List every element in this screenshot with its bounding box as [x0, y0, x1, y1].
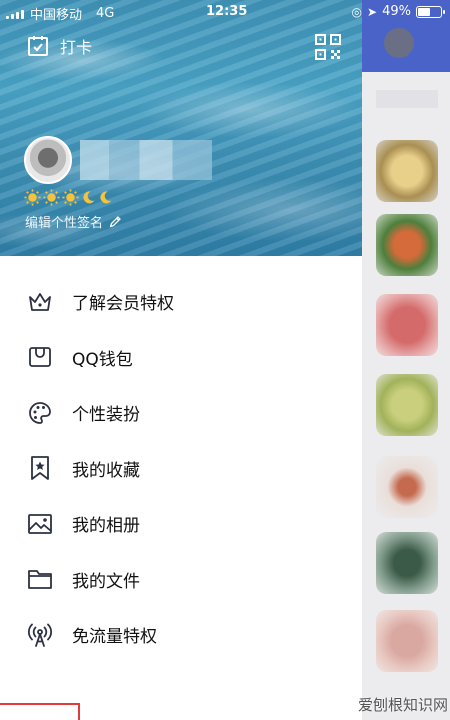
battery-level-fill — [418, 7, 430, 16]
chat-list-preview[interactable] — [362, 0, 450, 720]
menu-item-qq-wallet[interactable]: QQ钱包 — [0, 330, 362, 386]
signal-strength-icon — [6, 9, 24, 19]
avatar — [376, 214, 438, 276]
nickname-blurred[interactable] — [80, 140, 212, 180]
menu-item-label: QQ钱包 — [72, 349, 133, 370]
avatar — [384, 28, 414, 58]
crown-icon — [29, 292, 51, 311]
menu-item-label: 免流量特权 — [72, 627, 157, 648]
rotation-lock-icon: ◎ — [351, 4, 363, 19]
calendar-check-icon — [28, 36, 48, 56]
menu-item-vip-privileges[interactable]: 了解会员特权 — [0, 274, 362, 330]
status-bar: 中国移动 4G 12:35 ◎ ➤ 49% — [0, 0, 450, 24]
battery-icon — [416, 5, 445, 18]
wallet-icon — [29, 347, 51, 368]
menu-item-my-files[interactable]: 我的文件 — [0, 552, 362, 608]
avatar — [376, 374, 438, 436]
avatar — [376, 610, 438, 672]
level-badges[interactable] — [24, 189, 113, 206]
highlight-box — [0, 703, 80, 720]
edit-signature-button[interactable]: 编辑个性签名 — [25, 212, 122, 231]
status-right: ◎ ➤ 49% — [351, 4, 445, 19]
search-bar-blurred — [376, 90, 438, 108]
avatar — [376, 294, 438, 356]
sun-icon — [24, 189, 41, 206]
folder-icon — [28, 570, 52, 590]
carrier-label: 中国移动 — [30, 8, 83, 23]
watermark-text: 爱刨根知识网 — [358, 696, 449, 714]
sun-icon — [43, 189, 60, 206]
photo-icon — [28, 513, 52, 534]
drawer-menu: 了解会员特权 QQ钱包 个性装扮 我的收藏 我的相册 我的文件 免流量特权 — [0, 256, 362, 663]
menu-item-label: 个性装扮 — [72, 405, 140, 426]
bookmark-star-icon — [31, 456, 49, 481]
pencil-icon — [109, 216, 121, 228]
checkin-button[interactable]: 打卡 — [26, 34, 92, 58]
menu-item-personalization[interactable]: 个性装扮 — [0, 385, 362, 441]
signature-label: 编辑个性签名 — [25, 216, 104, 231]
signal-tower-icon — [28, 623, 52, 647]
menu-item-label: 我的相册 — [72, 516, 140, 537]
palette-icon — [29, 401, 51, 424]
moon-icon — [83, 191, 95, 204]
menu-item-label: 我的文件 — [72, 571, 140, 592]
menu-item-free-data[interactable]: 免流量特权 — [0, 607, 362, 663]
menu-item-favorites[interactable]: 我的收藏 — [0, 441, 362, 497]
status-left: 中国移动 4G — [6, 4, 114, 23]
location-arrow-icon: ➤ — [367, 4, 378, 19]
qr-code-icon[interactable] — [314, 33, 342, 61]
menu-item-label: 了解会员特权 — [72, 294, 174, 315]
network-type-label: 4G — [96, 6, 115, 21]
menu-item-photo-album[interactable]: 我的相册 — [0, 496, 362, 552]
avatar — [376, 456, 438, 518]
clock-label: 12:35 — [206, 4, 248, 19]
sun-icon — [62, 189, 79, 206]
avatar — [376, 140, 438, 202]
battery-percent-label: 49% — [382, 4, 411, 19]
avatar[interactable] — [24, 136, 72, 184]
avatar — [376, 532, 438, 594]
moon-icon — [100, 191, 112, 204]
checkin-label: 打卡 — [60, 38, 93, 57]
menu-item-label: 我的收藏 — [72, 460, 140, 481]
